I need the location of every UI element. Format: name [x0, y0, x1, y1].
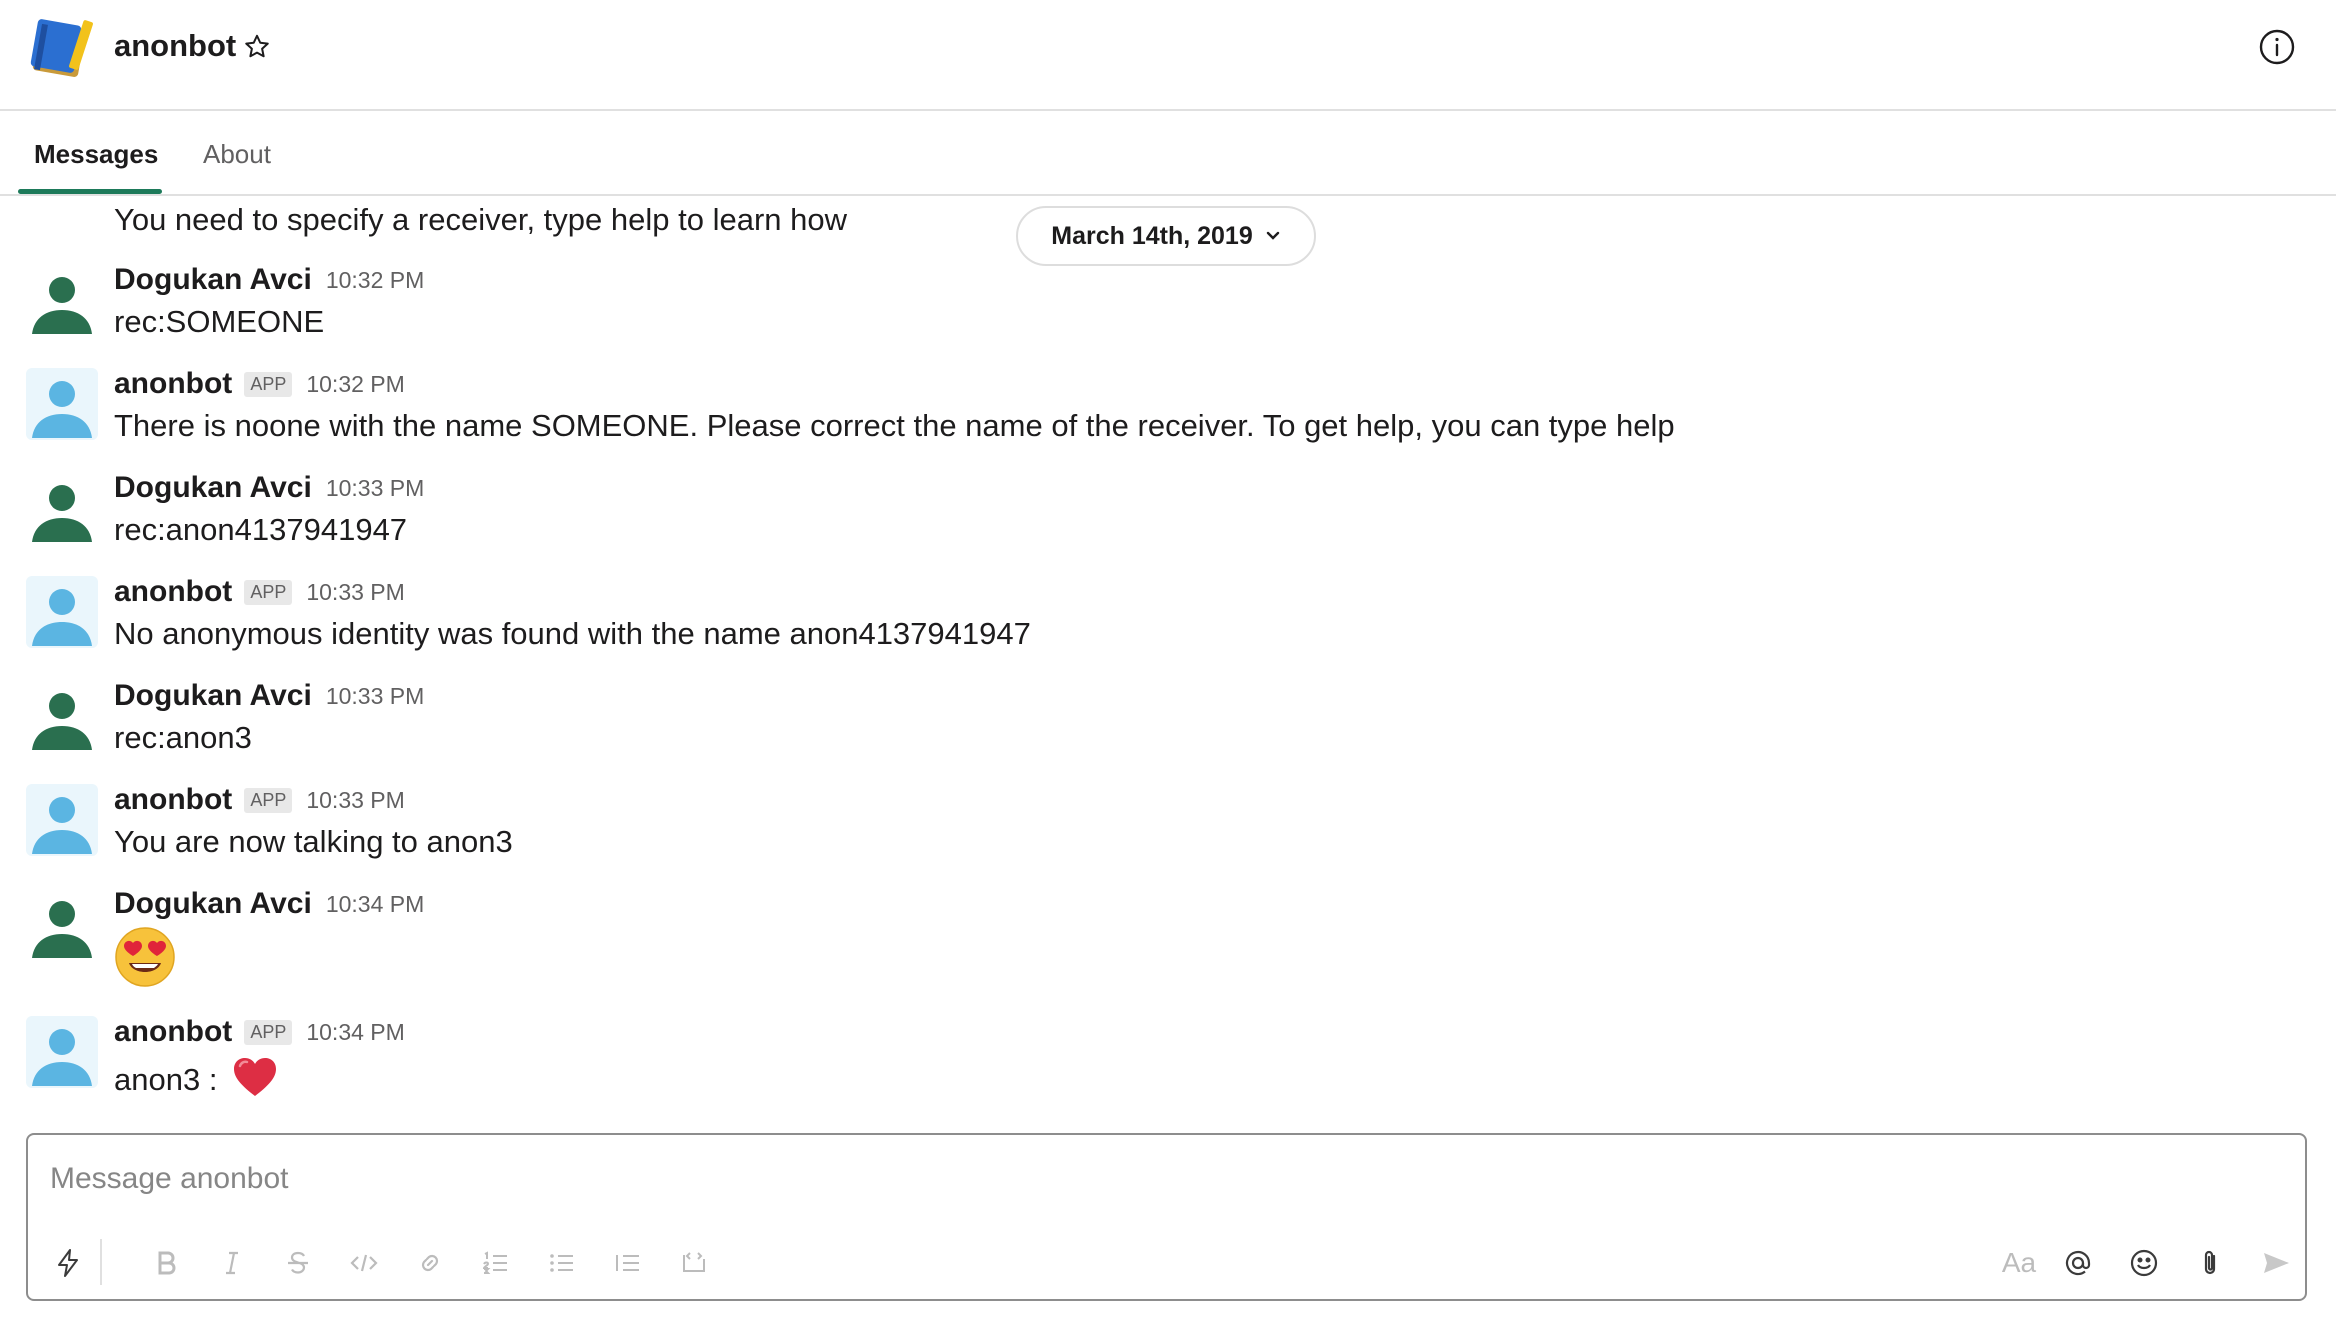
channel-title: anonbot: [114, 28, 237, 63]
sender-name[interactable]: Dogukan Avci: [114, 263, 312, 297]
send-icon[interactable]: [2258, 1245, 2294, 1281]
shortcuts-icon[interactable]: [50, 1245, 86, 1281]
attachment-icon[interactable]: [2192, 1245, 2228, 1281]
message-header: anonbot APP 10:33 PM: [114, 782, 405, 818]
link-icon[interactable]: [412, 1245, 448, 1281]
message-header: anonbot APP 10:32 PM: [114, 366, 405, 402]
timestamp[interactable]: 10:33 PM: [326, 683, 424, 710]
composer-toolbar: Aa: [28, 1237, 2305, 1289]
emoji-icon[interactable]: [2126, 1245, 2162, 1281]
code-block-icon[interactable]: [676, 1245, 712, 1281]
app-badge: APP: [244, 1019, 293, 1045]
info-icon[interactable]: [2258, 28, 2296, 66]
bot-avatar[interactable]: [26, 576, 98, 648]
message-header: anonbot APP 10:34 PM: [114, 1014, 405, 1050]
message-header: Dogukan Avci 10:33 PM: [114, 678, 424, 714]
formatting-icon[interactable]: Aa: [1994, 1245, 2044, 1281]
timestamp[interactable]: 10:34 PM: [306, 1019, 404, 1046]
message-header: anonbot APP 10:33 PM: [114, 574, 405, 610]
message-text: You need to specify a receiver, type hel…: [114, 202, 847, 237]
app-badge: APP: [244, 579, 293, 605]
tab-messages[interactable]: Messages: [34, 139, 158, 170]
mention-icon[interactable]: [2060, 1245, 2096, 1281]
tab-about[interactable]: About: [203, 139, 271, 170]
message-text-container: anon3 :: [114, 1056, 278, 1098]
timestamp[interactable]: 10:32 PM: [306, 371, 404, 398]
message-header: Dogukan Avci 10:32 PM: [114, 262, 424, 298]
message-text: You are now talking to anon3: [114, 824, 513, 859]
message-text: rec:SOMEONE: [114, 304, 325, 339]
message-input[interactable]: [50, 1157, 2280, 1201]
sender-name[interactable]: Dogukan Avci: [114, 679, 312, 713]
app-badge: APP: [244, 787, 293, 813]
timestamp[interactable]: 10:33 PM: [306, 787, 404, 814]
message-text: rec:anon3: [114, 720, 252, 755]
bot-avatar[interactable]: [26, 368, 98, 440]
sender-name[interactable]: anonbot: [114, 367, 232, 401]
bulleted-list-icon[interactable]: [544, 1245, 580, 1281]
channel-header: anonbot: [0, 0, 2336, 111]
timestamp[interactable]: 10:32 PM: [326, 267, 424, 294]
sender-name[interactable]: Dogukan Avci: [114, 471, 312, 505]
bold-icon[interactable]: [148, 1245, 184, 1281]
date-divider-button[interactable]: March 14th, 2019: [1016, 206, 1316, 266]
user-avatar[interactable]: [26, 680, 98, 752]
sender-name[interactable]: anonbot: [114, 783, 232, 817]
message-text: There is noone with the name SOMEONE. Pl…: [114, 408, 1675, 443]
sender-name[interactable]: Dogukan Avci: [114, 887, 312, 921]
message-text: anon3 :: [114, 1062, 218, 1097]
red-heart-emoji[interactable]: [232, 1056, 278, 1098]
app-badge: APP: [244, 371, 293, 397]
active-tab-indicator: [18, 189, 162, 194]
timestamp[interactable]: 10:34 PM: [326, 891, 424, 918]
timestamp[interactable]: 10:33 PM: [306, 579, 404, 606]
star-icon[interactable]: [242, 32, 272, 62]
bot-avatar[interactable]: [26, 784, 98, 856]
message-header: Dogukan Avci 10:33 PM: [114, 470, 424, 506]
toolbar-divider: [100, 1239, 102, 1285]
user-avatar[interactable]: [26, 264, 98, 336]
heart-eyes-emoji[interactable]: [114, 926, 176, 988]
bot-avatar[interactable]: [26, 1016, 98, 1088]
ordered-list-icon[interactable]: [478, 1245, 514, 1281]
sender-name[interactable]: anonbot: [114, 1015, 232, 1049]
tab-bar: Messages About: [0, 111, 2336, 196]
message-header: Dogukan Avci 10:34 PM: [114, 886, 424, 922]
message-composer: Aa: [26, 1133, 2307, 1301]
user-avatar[interactable]: [26, 472, 98, 544]
date-label: March 14th, 2019: [1051, 221, 1253, 250]
code-icon[interactable]: [346, 1245, 382, 1281]
message-list: You need to specify a receiver, type hel…: [0, 196, 2336, 1131]
user-avatar[interactable]: [26, 888, 98, 960]
italic-icon[interactable]: [214, 1245, 250, 1281]
timestamp[interactable]: 10:33 PM: [326, 475, 424, 502]
formatting-label: Aa: [2001, 1247, 2037, 1278]
strikethrough-icon[interactable]: [280, 1245, 316, 1281]
blockquote-icon[interactable]: [610, 1245, 646, 1281]
chevron-down-icon: [1266, 231, 1279, 240]
sender-name[interactable]: anonbot: [114, 575, 232, 609]
message-text: No anonymous identity was found with the…: [114, 616, 1031, 651]
message-text: rec:anon4137941947: [114, 512, 408, 547]
notebook-icon: [30, 19, 93, 77]
